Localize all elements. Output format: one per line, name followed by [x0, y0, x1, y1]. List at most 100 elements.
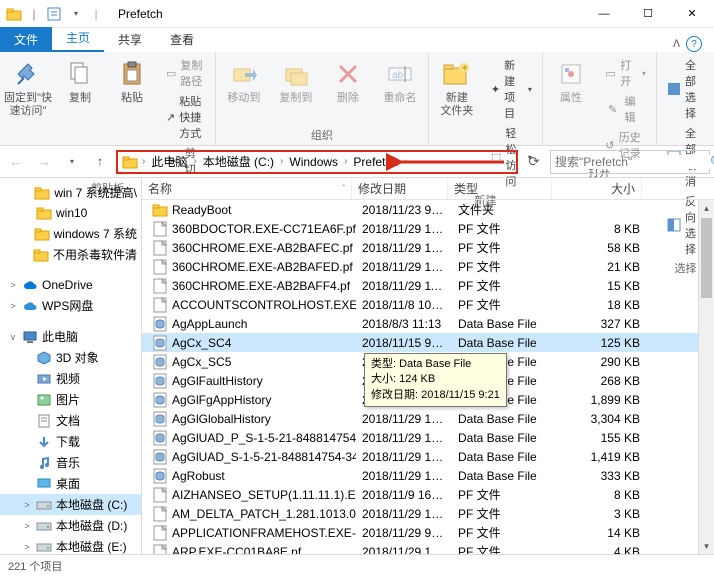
- expand-icon[interactable]: >: [22, 500, 32, 510]
- tree-label: 不用杀毒软件清: [53, 246, 137, 263]
- table-row[interactable]: AgGlUAD_S-1-5-21-848814754-34387...2018/…: [142, 447, 714, 466]
- scroll-thumb[interactable]: [701, 218, 712, 298]
- qat-dropdown-icon[interactable]: ▾: [68, 6, 84, 22]
- tree-label: 下载: [56, 433, 80, 450]
- table-row[interactable]: AgCx_SC42018/11/15 9:21Data Base File125…: [142, 333, 714, 352]
- select-all-button[interactable]: 全部选择: [663, 56, 708, 122]
- tree-item[interactable]: > WPS网盘: [0, 295, 141, 316]
- tree-item[interactable]: 3D 对象: [0, 347, 141, 368]
- col-date[interactable]: 修改日期: [352, 178, 448, 199]
- new-item-button[interactable]: ✦新建项目▾: [487, 56, 536, 122]
- tree-item[interactable]: 下载: [0, 431, 141, 452]
- expand-icon[interactable]: >: [8, 301, 18, 311]
- properties-button[interactable]: 属性: [549, 56, 593, 162]
- doc-icon: [36, 413, 52, 429]
- table-row[interactable]: AgGlGlobalHistory2018/11/29 14:49Data Ba…: [142, 409, 714, 428]
- tree-item[interactable]: 视频: [0, 368, 141, 389]
- scroll-up-icon[interactable]: ▴: [699, 200, 714, 216]
- col-type[interactable]: 类型: [448, 178, 552, 199]
- crumb-sep-icon[interactable]: ›: [402, 156, 409, 167]
- tree-item[interactable]: >本地磁盘 (D:): [0, 515, 141, 536]
- maximize-button[interactable]: ☐: [626, 0, 670, 28]
- move-to-button[interactable]: 移动到: [222, 56, 266, 125]
- tree-label: WPS网盘: [42, 297, 93, 314]
- crumb-drive[interactable]: 本地磁盘 (C:): [201, 151, 276, 172]
- address-box[interactable]: › 此电脑 › 本地磁盘 (C:) › Windows › Prefetch ›…: [116, 150, 518, 174]
- tree-item[interactable]: >OneDrive: [0, 275, 141, 295]
- tree-item[interactable]: v此电脑: [0, 326, 141, 347]
- table-row[interactable]: 360BDOCTOR.EXE-CC71EA6F.pf2018/11/29 14:…: [142, 219, 714, 238]
- tab-view[interactable]: 查看: [156, 27, 208, 52]
- col-name[interactable]: 名称ˆ: [142, 178, 352, 199]
- rename-button[interactable]: ab 重命名: [378, 56, 422, 125]
- file-name: AgCx_SC4: [172, 336, 231, 350]
- history-button[interactable]: ↺历史记录: [601, 128, 650, 162]
- tree-item[interactable]: >本地磁盘 (E:): [0, 536, 141, 554]
- file-name: AgGlUAD_P_S-1-5-21-848814754-343...: [172, 431, 356, 445]
- addr-dropdown-icon[interactable]: ⌄: [504, 156, 512, 167]
- tree-item[interactable]: windows 7 系统: [0, 223, 141, 244]
- table-row[interactable]: ACCOUNTSCONTROLHOST.EXE-96D...2018/11/8 …: [142, 295, 714, 314]
- qat-properties-icon[interactable]: [46, 6, 62, 22]
- svg-text:ab: ab: [392, 70, 404, 81]
- copy-to-button[interactable]: 复制到: [274, 56, 318, 125]
- search-icon[interactable]: 🔍: [710, 155, 714, 169]
- expand-icon[interactable]: >: [22, 542, 32, 552]
- tree-item[interactable]: 图片: [0, 389, 141, 410]
- properties-icon: [555, 58, 587, 90]
- ribbon-collapse-icon[interactable]: ᐱ: [673, 39, 680, 50]
- expand-icon[interactable]: >: [22, 521, 32, 531]
- nav-back-button[interactable]: ←: [4, 150, 28, 174]
- tree-item[interactable]: 音乐: [0, 452, 141, 473]
- crumb-sep-icon[interactable]: ›: [342, 156, 349, 167]
- nav-recent-button[interactable]: ▾: [60, 150, 84, 174]
- table-row[interactable]: ARP.EXE-CC01BA8E.pf2018/11/29 14:53PF 文件…: [142, 542, 714, 554]
- table-row[interactable]: AgAppLaunch2018/8/3 11:13Data Base File3…: [142, 314, 714, 333]
- file-name: APPLICATIONFRAMEHOST.EXE-C054...: [172, 526, 356, 540]
- nav-forward-button[interactable]: →: [32, 150, 56, 174]
- vertical-scrollbar[interactable]: ▴ ▾: [698, 200, 714, 554]
- crumb-prefetch[interactable]: Prefetch: [351, 153, 400, 171]
- tree-item[interactable]: 文档: [0, 410, 141, 431]
- nav-tree[interactable]: win 7 系统提高\win10windows 7 系统不用杀毒软件清 >OneD…: [0, 178, 142, 554]
- tree-item[interactable]: win10: [0, 203, 141, 223]
- tree-item[interactable]: 不用杀毒软件清: [0, 244, 141, 265]
- expand-icon[interactable]: v: [8, 332, 18, 342]
- crumb-sep-icon[interactable]: ›: [278, 156, 285, 167]
- crumb-pc[interactable]: 此电脑: [149, 151, 189, 172]
- table-row[interactable]: 360CHROME.EXE-AB2BAFEC.pf2018/11/29 14:3…: [142, 238, 714, 257]
- col-size[interactable]: 大小: [552, 178, 642, 199]
- paste-shortcut-button[interactable]: ↗粘贴快捷方式: [162, 92, 209, 142]
- item-count: 221 个项目: [8, 558, 62, 574]
- open-button[interactable]: ▭打开▾: [601, 56, 650, 90]
- table-row[interactable]: ReadyBoot2018/11/23 9:25文件夹: [142, 200, 714, 219]
- table-row[interactable]: 360CHROME.EXE-AB2BAFF4.pf2018/11/29 11:5…: [142, 276, 714, 295]
- nav-up-button[interactable]: ↑: [88, 150, 112, 174]
- delete-button[interactable]: 删除: [326, 56, 370, 125]
- table-row[interactable]: AM_DELTA_PATCH_1.281.1013.0.E-4D...2018/…: [142, 504, 714, 523]
- edit-button[interactable]: ✎编辑: [601, 92, 650, 126]
- close-button[interactable]: ✕: [670, 0, 714, 28]
- table-row[interactable]: APPLICATIONFRAMEHOST.EXE-C054...2018/11/…: [142, 523, 714, 542]
- table-row[interactable]: AgGlUAD_P_S-1-5-21-848814754-343...2018/…: [142, 428, 714, 447]
- crumb-windows[interactable]: Windows: [287, 153, 340, 171]
- copy-path-button[interactable]: ▭复制路径: [162, 56, 209, 90]
- expand-icon[interactable]: >: [8, 280, 18, 290]
- tree-item[interactable]: 桌面: [0, 473, 141, 494]
- crumb-sep-icon[interactable]: ›: [191, 156, 198, 167]
- pf-file-icon: [152, 487, 168, 503]
- table-row[interactable]: AIZHANSEO_SETUP(1.11.11.1).EX-3AE...2018…: [142, 485, 714, 504]
- crumb-sep-icon[interactable]: ›: [140, 156, 147, 167]
- tree-item[interactable]: win 7 系统提高\: [0, 182, 141, 203]
- tab-file[interactable]: 文件: [0, 27, 52, 52]
- file-size: 268 KB: [556, 374, 646, 388]
- scroll-down-icon[interactable]: ▾: [699, 538, 714, 554]
- tab-home[interactable]: 主页: [52, 25, 104, 52]
- table-row[interactable]: AgRobust2018/11/29 14:49Data Base File33…: [142, 466, 714, 485]
- help-icon[interactable]: ?: [686, 36, 702, 52]
- table-row[interactable]: 360CHROME.EXE-AB2BAFED.pf2018/11/29 14:3…: [142, 257, 714, 276]
- tab-share[interactable]: 共享: [104, 27, 156, 52]
- refresh-button[interactable]: ⟳: [522, 150, 546, 174]
- minimize-button[interactable]: —: [582, 0, 626, 28]
- tree-item[interactable]: >本地磁盘 (C:): [0, 494, 141, 515]
